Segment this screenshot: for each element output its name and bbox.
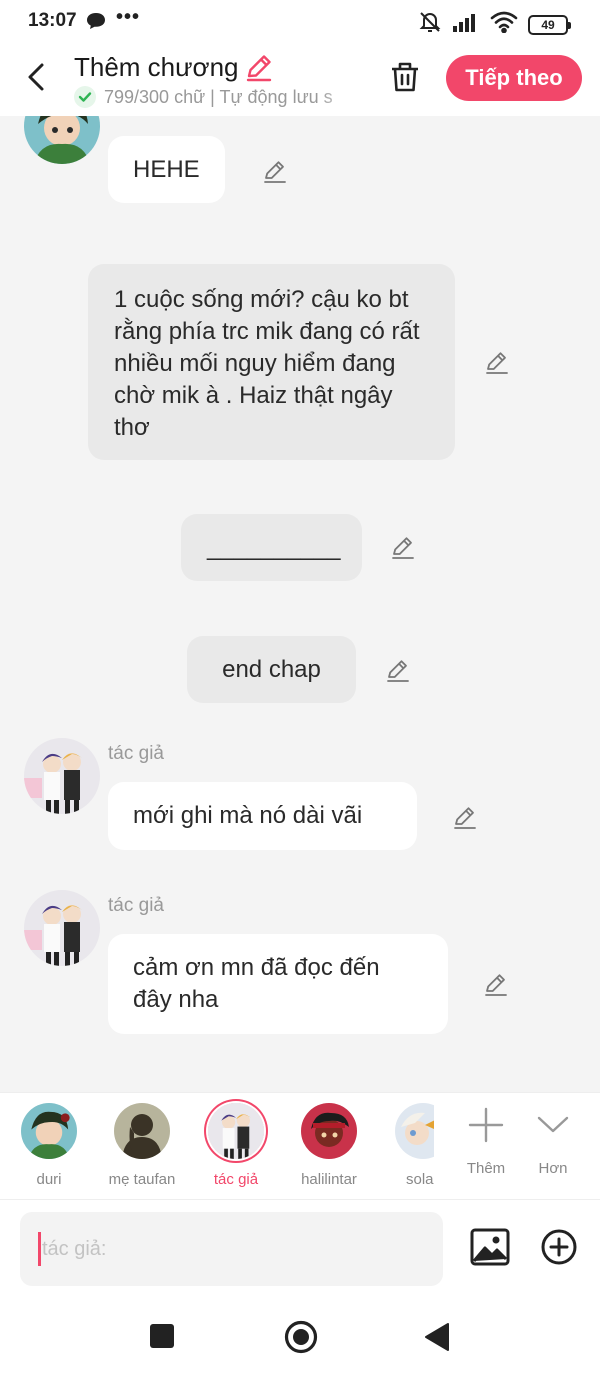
edit-message-icon[interactable] [452, 804, 478, 830]
character-name: mẹ taufan [108, 1171, 176, 1188]
character-tac-gia[interactable]: tác giả [191, 1103, 281, 1188]
word-count-status: 799/300 chữ | Tự động lưu s [74, 86, 362, 108]
status-icons: 49 [418, 10, 571, 39]
message-input-placeholder: tác giả: [42, 1238, 107, 1260]
avatar-tac-gia [24, 890, 100, 966]
status-bar: 13:07 ••• 49 [0, 0, 600, 44]
edit-message-icon[interactable] [262, 158, 288, 184]
character-avatar [21, 1103, 77, 1159]
delete-button[interactable] [388, 60, 422, 99]
message-bubble[interactable]: mới ghi mà nó dài vãi [108, 782, 417, 850]
home-button[interactable] [284, 1320, 318, 1359]
word-count-text: 799/300 chữ | Tự động lưu s [104, 86, 333, 107]
back-button[interactable] [22, 60, 52, 94]
narration-bubble[interactable]: 1 cuộc sống mới? cậu ko bt rằng phía trc… [88, 264, 455, 460]
text-caret [38, 1232, 41, 1266]
avatar-duri [24, 116, 100, 164]
avatar-tac-gia [24, 738, 100, 814]
message-text: cảm ơn mn đã đọc đến đây nha [133, 954, 380, 1013]
narration-bubble[interactable]: __________ [181, 514, 362, 581]
edit-message-icon[interactable] [385, 657, 411, 683]
back-nav-button[interactable] [424, 1322, 450, 1357]
character-name: solar [406, 1171, 434, 1188]
message-text: HEHE [133, 156, 200, 183]
more-characters-label: Hơn [538, 1160, 568, 1177]
compose-bar: tác giả: [0, 1200, 600, 1298]
more-notifications-icon: ••• [116, 6, 141, 28]
character-name: duri [36, 1171, 62, 1188]
editor-header: Thêm chương 799/300 chữ | Tự động lưu s … [0, 44, 600, 116]
edit-message-icon[interactable] [484, 349, 510, 375]
chat-notification-icon [86, 12, 106, 35]
character-name: halilintar [301, 1171, 357, 1188]
wifi-icon [490, 11, 518, 38]
character-avatar [114, 1103, 170, 1159]
character-duri[interactable]: duri [4, 1103, 94, 1188]
add-character-button[interactable]: Thêm [456, 1103, 516, 1177]
page-title: Thêm chương [74, 52, 239, 82]
message-author: tác giả [108, 895, 164, 916]
message-bubble[interactable]: cảm ơn mn đã đọc đến đây nha [108, 934, 448, 1034]
chevron-down-icon [523, 1103, 583, 1152]
character-selector: duri mẹ taufan tác giả halilintar solar … [0, 1092, 600, 1200]
message-text: mới ghi mà nó dài vãi [133, 802, 363, 829]
message-bubble[interactable]: HEHE [108, 136, 225, 203]
character-name: tác giả [213, 1171, 259, 1188]
character-avatar [395, 1103, 434, 1159]
more-characters-button[interactable]: Hơn [523, 1103, 583, 1177]
signal-icon [452, 12, 480, 37]
message-author: tác giả [108, 743, 164, 764]
edit-message-icon[interactable] [390, 534, 416, 560]
recent-apps-button[interactable] [150, 1324, 174, 1348]
add-content-button[interactable] [540, 1228, 578, 1271]
character-avatar [208, 1103, 264, 1159]
message-text: 1 cuộc sống mới? cậu ko bt rằng phía trc… [114, 286, 420, 441]
check-icon [74, 86, 96, 108]
insert-image-button[interactable] [470, 1228, 510, 1271]
next-button[interactable]: Tiếp theo [446, 55, 582, 101]
bell-muted-icon [418, 10, 442, 39]
narration-bubble[interactable]: end chap [187, 636, 356, 703]
add-character-label: Thêm [466, 1160, 506, 1177]
edit-title-icon[interactable] [244, 52, 274, 87]
battery-icon: 49 [528, 14, 571, 35]
character-solar[interactable]: solar [378, 1103, 434, 1188]
plus-icon [456, 1103, 516, 1152]
message-text: __________ [207, 534, 341, 561]
edit-message-icon[interactable] [483, 971, 509, 997]
character-halilintar[interactable]: halilintar [284, 1103, 374, 1188]
character-me-taufan[interactable]: mẹ taufan [97, 1103, 187, 1188]
status-time: 13:07 [28, 10, 77, 31]
message-text: end chap [222, 656, 321, 683]
character-avatar [301, 1103, 357, 1159]
chat-message-list[interactable]: HEHE 1 cuộc sống mới? cậu ko bt rằng phí… [0, 116, 600, 1092]
system-navigation-bar [0, 1298, 600, 1375]
